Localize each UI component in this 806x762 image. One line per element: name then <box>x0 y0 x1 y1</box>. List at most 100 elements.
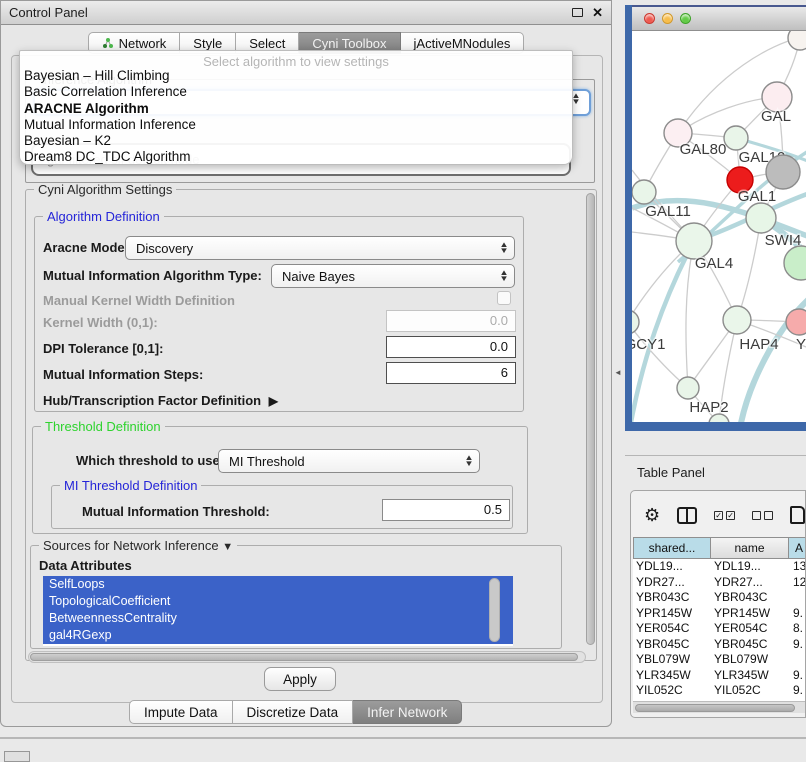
collapsed-panel-button[interactable] <box>4 751 30 762</box>
close-traffic-light-icon[interactable] <box>644 13 655 24</box>
table-cell[interactable]: YBR043C <box>711 590 789 606</box>
table-row[interactable]: YLR345WYLR345W9. <box>633 668 806 684</box>
table-cell[interactable]: YBR045C <box>711 637 789 653</box>
table-cell[interactable]: YBR043C <box>633 590 711 606</box>
tab-infer-network[interactable]: Infer Network <box>353 700 462 724</box>
network-node-gal11[interactable] <box>632 180 656 204</box>
table-cell[interactable]: YBL079W <box>711 652 789 668</box>
network-node-gal4[interactable] <box>676 223 712 259</box>
table-cell[interactable] <box>789 652 806 668</box>
table-cell[interactable]: 9. <box>789 683 806 699</box>
network-edge[interactable] <box>686 241 694 388</box>
select-all-rows-icon[interactable]: ✓✓ <box>714 511 735 520</box>
table-cell[interactable]: YIL052C <box>633 683 711 699</box>
algorithm-option[interactable]: Dream8 DC_TDC Algorithm <box>20 149 572 165</box>
data-attributes-list[interactable]: SelfLoopsTopologicalCoefficientBetweenne… <box>43 576 513 646</box>
table-cell[interactable]: YPR145W <box>633 606 711 622</box>
table-cell[interactable]: YDR27... <box>711 575 789 591</box>
network-node-y[interactable] <box>786 309 806 335</box>
table-cell[interactable]: 9. <box>789 606 806 622</box>
zoom-traffic-light-icon[interactable] <box>680 13 691 24</box>
table-cell[interactable]: YLR345W <box>633 668 711 684</box>
close-icon[interactable]: ✕ <box>592 6 603 19</box>
attribute-list-item[interactable]: BetweennessCentrality <box>43 610 513 627</box>
apply-button[interactable]: Apply <box>264 667 336 691</box>
attributes-list-scrollbar[interactable] <box>489 578 500 642</box>
algorithm-option[interactable]: Bayesian – Hill Climbing <box>20 68 572 84</box>
network-window-titlebar[interactable] <box>632 5 806 31</box>
column-header-name[interactable]: name <box>711 537 789 559</box>
table-horizontal-scrollbar[interactable] <box>633 701 806 713</box>
algorithm-option[interactable]: ARACNE Algorithm <box>20 101 572 117</box>
float-window-icon[interactable] <box>572 8 583 17</box>
node-label: GAL1 <box>738 188 776 205</box>
column-header-shared-name[interactable]: shared... <box>633 537 711 559</box>
split-columns-icon[interactable] <box>677 507 697 524</box>
tab-impute-data[interactable]: Impute Data <box>129 700 233 724</box>
network-node[interactable] <box>766 155 800 189</box>
settings-horizontal-scrollbar[interactable] <box>28 651 586 663</box>
column-header-partial[interactable]: A <box>789 537 806 559</box>
table-cell[interactable]: YER054C <box>711 621 789 637</box>
node-label: HAP4 <box>739 336 778 353</box>
manual-kernel-checkbox[interactable] <box>497 291 511 305</box>
which-threshold-combobox[interactable]: MI Threshold ▲▼ <box>218 449 480 473</box>
network-canvas[interactable]: GALGAL80GAL10GAL1GAL11SWI4GAL4GCY1HAP4YH… <box>632 31 806 422</box>
hub-definition-toggle[interactable]: Hub/Transcription Factor Definition ▶ <box>43 393 274 408</box>
table-cell[interactable]: YLR345W <box>711 668 789 684</box>
network-node-hap2[interactable] <box>677 377 699 399</box>
table-row[interactable]: YER054CYER054C8. <box>633 621 806 637</box>
kernel-width-field[interactable]: 0.0 <box>386 310 516 332</box>
export-table-icon[interactable] <box>790 506 805 524</box>
table-cell[interactable]: YPR145W <box>711 606 789 622</box>
table-cell[interactable]: 9. <box>789 637 806 653</box>
mi-threshold-field[interactable]: 0.5 <box>382 499 510 521</box>
gear-icon[interactable]: ⚙ <box>644 506 660 524</box>
table-cell[interactable]: YBL079W <box>633 652 711 668</box>
table-row[interactable]: YBL079WYBL079W <box>633 652 806 668</box>
dpi-tolerance-field[interactable]: 0.0 <box>386 336 516 358</box>
network-node-gcy1[interactable] <box>632 310 639 334</box>
table-cell[interactable]: YBR045C <box>633 637 711 653</box>
table-cell[interactable]: 13 <box>789 559 806 575</box>
algorithm-option[interactable]: Basic Correlation Inference <box>20 84 572 100</box>
panel-splitter-grip[interactable]: ◄ <box>614 368 622 377</box>
table-cell[interactable]: YDR27... <box>633 575 711 591</box>
aracne-mode-combobox[interactable]: Discovery ▲▼ <box>125 236 515 260</box>
attribute-list-item[interactable]: gal4RGexp <box>43 627 513 644</box>
table-row[interactable]: YBR045CYBR045C9. <box>633 637 806 653</box>
table-row[interactable]: YIL052CYIL052C9. <box>633 683 806 699</box>
sources-group-title[interactable]: Sources for Network Inference ▼ <box>39 538 237 553</box>
network-node[interactable] <box>784 246 806 280</box>
table-row[interactable]: YDR27...YDR27...12 <box>633 575 806 591</box>
attribute-list-item[interactable]: TopologicalCoefficient <box>43 593 513 610</box>
algorithm-option[interactable]: Mutual Information Inference <box>20 117 572 133</box>
popup-placeholder: Select algorithm to view settings <box>20 51 572 68</box>
table-row[interactable]: YDL19...YDL19...13 <box>633 559 806 575</box>
deselect-all-rows-icon[interactable] <box>752 511 773 520</box>
network-edge[interactable] <box>737 218 761 320</box>
table-row[interactable]: YPR145WYPR145W9. <box>633 606 806 622</box>
table-row[interactable]: YBR043CYBR043C <box>633 590 806 606</box>
tab-discretize-data[interactable]: Discretize Data <box>233 700 354 724</box>
network-node-gal10[interactable] <box>724 126 748 150</box>
settings-vertical-scrollbar[interactable] <box>585 192 597 648</box>
network-node[interactable] <box>788 31 806 50</box>
table-cell[interactable]: 12 <box>789 575 806 591</box>
network-node-swi4[interactable] <box>746 203 776 233</box>
table-cell[interactable] <box>789 590 806 606</box>
tab-label: Infer Network <box>367 705 447 720</box>
table-cell[interactable]: 9. <box>789 668 806 684</box>
network-node-hap4[interactable] <box>723 306 751 334</box>
table-cell[interactable]: 8. <box>789 621 806 637</box>
table-cell[interactable]: YIL052C <box>711 683 789 699</box>
mi-steps-field[interactable]: 6 <box>386 362 516 384</box>
table-cell[interactable]: YDL19... <box>633 559 711 575</box>
mi-type-label: Mutual Information Algorithm Type: <box>43 268 262 283</box>
table-cell[interactable]: YER054C <box>633 621 711 637</box>
attribute-list-item[interactable]: SelfLoops <box>43 576 513 593</box>
table-cell[interactable]: YDL19... <box>711 559 789 575</box>
mi-type-combobox[interactable]: Naive Bayes ▲▼ <box>271 264 515 288</box>
minimize-traffic-light-icon[interactable] <box>662 13 673 24</box>
algorithm-option[interactable]: Bayesian – K2 <box>20 133 572 149</box>
